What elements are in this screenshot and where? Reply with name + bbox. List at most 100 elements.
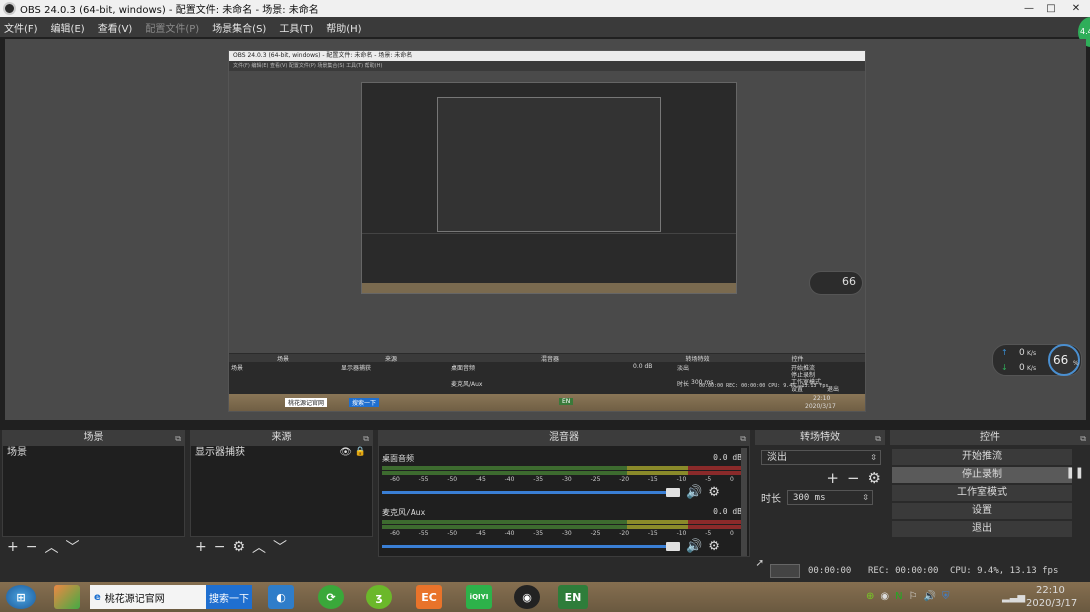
remove-icon[interactable]: − <box>847 469 860 487</box>
app-icon[interactable] <box>54 585 80 609</box>
live-time: 00:00:00 <box>808 566 852 576</box>
language-indicator[interactable]: EN <box>558 585 588 609</box>
start-streaming-button[interactable]: 开始推流 <box>892 449 1072 465</box>
close-button[interactable]: ✕ <box>1062 0 1090 17</box>
status-bar: ➚ 00:00:00 REC: 00:00:00 CPU: 9.4%, 13.1… <box>0 556 1090 582</box>
transition-select[interactable]: 淡出 ⇳ <box>761 450 881 465</box>
stop-recording-button[interactable]: 停止录制 <box>892 467 1072 483</box>
menu-tools[interactable]: 工具(T) <box>279 20 313 35</box>
float-icon[interactable]: ⧉ <box>1080 431 1086 446</box>
cpu-gauge: 66 % <box>1048 344 1080 376</box>
volume-slider-handle[interactable] <box>666 542 680 551</box>
transition-toolbar: + − ⚙ <box>761 469 881 487</box>
lock-icon[interactable]: 🔒 <box>355 447 366 457</box>
studio-mode-button[interactable]: 工作室模式 <box>892 485 1072 501</box>
add-icon[interactable]: + <box>195 539 207 555</box>
add-icon[interactable]: + <box>7 539 19 555</box>
menu-view[interactable]: 查看(V) <box>98 20 133 35</box>
move-down-icon[interactable]: ﹀ <box>273 537 287 557</box>
speaker-icon[interactable]: 🔊 <box>686 539 702 554</box>
mouse-cursor-icon: ➚ <box>756 556 764 570</box>
system-tray: ⊕ ◉ N ⚐ 🔊 ⛨ <box>866 591 950 602</box>
obs-taskbar-icon[interactable]: ◉ <box>514 585 540 609</box>
move-up-icon[interactable]: ︿ <box>44 537 58 557</box>
obs-app-icon <box>3 2 16 15</box>
meter-scale: -60 -55 -50 -45 -40 -35 -30 -25 -20 -15 -10 -5 0 <box>390 530 734 537</box>
nested-speed-widget: 66 <box>809 271 863 295</box>
settings-button[interactable]: 设置 <box>892 503 1072 519</box>
exit-button[interactable]: 退出 <box>892 521 1072 537</box>
shield-icon[interactable]: ⛨ <box>942 591 950 602</box>
scene-item[interactable]: 场景 <box>3 446 184 460</box>
track-name: 桌面音频 <box>382 454 414 463</box>
gear-icon[interactable]: ⚙ <box>868 469 881 487</box>
scenes-dock: 场景 ⧉ 场景 + − ︿ ﹀ <box>2 430 185 558</box>
volume-slider[interactable] <box>382 542 680 551</box>
clock-time[interactable]: 22:10 <box>1036 585 1065 596</box>
nested-dock-titles: 场景 来源 混音器 转场特效 控件 <box>229 354 865 363</box>
nested-inner-preview-2 <box>437 97 661 232</box>
volume-slider-handle[interactable] <box>666 488 680 497</box>
float-icon[interactable]: ⧉ <box>363 431 369 446</box>
speaker-icon[interactable]: 🔊 <box>686 485 702 500</box>
start-button-icon[interactable]: ⊞ <box>6 585 36 609</box>
sources-list[interactable]: 显示器捕获 👁 🔒 <box>190 445 373 537</box>
tray-icon[interactable]: N <box>895 591 902 602</box>
controls-dock: 控件 ⧉ 开始推流 停止录制 ❚❚ 工作室模式 设置 退出 <box>890 430 1090 558</box>
windows-taskbar: ⊞ e 桃花源记官网 搜索一下 ◐ ⟳ ʒ EC iQIYI ◉ EN ⊕ ◉ … <box>0 582 1090 612</box>
docks-area: 场景 ⧉ 场景 + − ︿ ﹀ 来源 ⧉ 显示器捕获 👁 🔒 + − ⚙ ︿ ﹀ <box>0 430 1090 582</box>
sources-toolbar: + − ⚙ ︿ ﹀ <box>190 537 373 557</box>
app-icon[interactable]: ⟳ <box>318 585 344 609</box>
add-icon[interactable]: + <box>826 469 839 487</box>
float-icon[interactable]: ⧉ <box>175 431 181 446</box>
float-icon[interactable]: ⧉ <box>740 431 746 446</box>
menu-profile[interactable]: 配置文件(P) <box>145 20 199 35</box>
pause-icon[interactable]: ❚❚ <box>1066 466 1084 479</box>
mixer-track-desktop: 桌面音频 0.0 dB -60 -55 -50 -45 -40 -35 -30 -25 -20 -1… <box>382 453 742 500</box>
mixer-dock-title: 混音器 ⧉ <box>378 430 750 445</box>
speaker-icon[interactable]: 🔊 <box>924 591 936 602</box>
nested-menubar: 文件(F) 编辑(E) 查看(V) 配置文件(P) 场景集合(S) 工具(T) … <box>229 61 865 71</box>
tray-icon[interactable]: ⊕ <box>866 591 874 602</box>
duration-spinbox[interactable]: 300 ms ⇳ <box>787 490 873 505</box>
controls-dock-title: 控件 ⧉ <box>890 430 1090 445</box>
nested-inner-docks <box>362 233 736 245</box>
menu-scene-collection[interactable]: 场景集合(S) <box>212 20 266 35</box>
spinner-arrows-icon[interactable]: ⇳ <box>862 491 869 504</box>
net-speed-widget: ↑ 0 K/s ↓ 0 K/s 66 % <box>992 344 1082 376</box>
search-button[interactable]: 搜索一下 <box>206 585 252 609</box>
spinner-arrows-icon: ⇳ <box>870 453 877 462</box>
menu-edit[interactable]: 编辑(E) <box>51 20 85 35</box>
menu-help[interactable]: 帮助(H) <box>326 20 361 35</box>
menu-file[interactable]: 文件(F) <box>4 20 38 35</box>
gear-icon[interactable]: ⚙ <box>708 485 720 500</box>
visibility-eye-icon[interactable]: 👁 <box>339 447 352 458</box>
signal-icon[interactable]: ▂▃▅ <box>1002 592 1025 603</box>
nested-taskbar: 桃花源记官网 搜索一下 EN 22:10 2020/3/17 <box>229 394 865 411</box>
tray-icon[interactable]: ⚐ <box>909 591 918 602</box>
remove-icon[interactable]: − <box>26 539 38 555</box>
iqiyi-icon[interactable]: iQIYI <box>466 585 492 609</box>
display-capture-preview: OBS 24.0.3 (64-bit, windows) - 配置文件: 未命名… <box>228 50 866 412</box>
window-controls: — □ ✕ <box>1018 0 1090 17</box>
nested-inner-taskbar <box>362 283 736 293</box>
gear-icon[interactable]: ⚙ <box>232 539 245 555</box>
minimize-button[interactable]: — <box>1018 0 1040 17</box>
app-icon[interactable]: ◐ <box>268 585 294 609</box>
mixer-scrollbar[interactable] <box>741 448 747 556</box>
maximize-button[interactable]: □ <box>1040 0 1062 17</box>
move-down-icon[interactable]: ﹀ <box>65 537 79 557</box>
volume-slider[interactable] <box>382 488 680 497</box>
float-icon[interactable]: ⧉ <box>875 431 881 446</box>
obs-tray-icon[interactable]: ◉ <box>880 591 889 602</box>
gear-icon[interactable]: ⚙ <box>708 539 720 554</box>
clock-date[interactable]: 2020/3/17 <box>1026 598 1077 609</box>
scenes-list[interactable]: 场景 <box>2 445 185 537</box>
move-up-icon[interactable]: ︿ <box>252 537 266 557</box>
app-icon[interactable]: EC <box>416 585 442 609</box>
remove-icon[interactable]: − <box>214 539 226 555</box>
app-icon[interactable]: ʒ <box>366 585 392 609</box>
window-title: OBS 24.0.3 (64-bit, windows) - 配置文件: 未命名… <box>20 5 319 16</box>
scenes-toolbar: + − ︿ ﹀ <box>2 537 185 557</box>
taskbar-ie-window[interactable]: e 桃花源记官网 <box>90 585 206 609</box>
